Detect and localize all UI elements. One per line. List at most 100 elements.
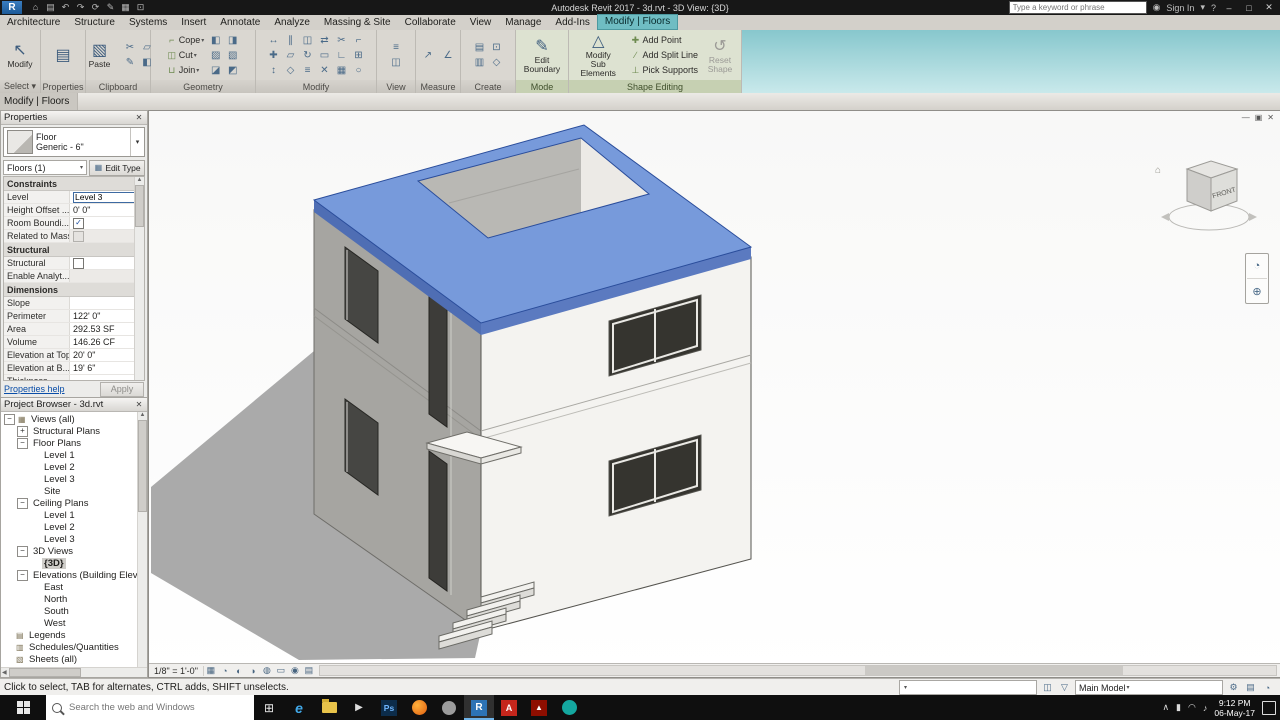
revit-app-menu-button[interactable]: R bbox=[2, 1, 22, 14]
tree-item-north[interactable]: North bbox=[1, 593, 147, 605]
taskbar-search-input[interactable] bbox=[67, 701, 248, 714]
expand-icon[interactable]: + bbox=[17, 426, 28, 437]
property-row-slope[interactable]: Slope bbox=[4, 297, 144, 310]
tab-view[interactable]: View bbox=[463, 16, 499, 30]
panel-label-create[interactable]: Create bbox=[461, 80, 515, 93]
tab-architecture[interactable]: Architecture bbox=[0, 16, 67, 30]
mirror-draw-axis-icon[interactable]: ⇄ bbox=[316, 33, 333, 48]
split-with-gap-icon[interactable]: ⌐ bbox=[350, 33, 367, 48]
editable-only-icon[interactable]: ▽ bbox=[1058, 682, 1071, 693]
add-split-line-button[interactable]: ∕ Add Split Line bbox=[628, 48, 698, 63]
properties-toggle-button[interactable]: ▤ bbox=[44, 31, 82, 79]
open-icon[interactable]: ⌂ bbox=[30, 2, 41, 13]
cut-dropdown-icon[interactable]: ▾ bbox=[194, 52, 197, 59]
detail-level-icon[interactable]: ▦ bbox=[204, 665, 218, 676]
taskbar-app-adobe[interactable]: A bbox=[494, 695, 524, 720]
reset-shape-button[interactable]: ↺ Reset Shape bbox=[701, 31, 739, 79]
reveal-hidden-icon[interactable]: ◉ bbox=[288, 665, 302, 676]
scroll-up-icon[interactable]: ▲ bbox=[140, 412, 146, 418]
tree-item-ceiling-level-3[interactable]: Level 3 bbox=[1, 533, 147, 545]
create-similar-tool-icon[interactable]: ◇ bbox=[488, 55, 505, 70]
property-value[interactable]: 0' 0" bbox=[70, 204, 144, 216]
undo-icon[interactable]: ↶ bbox=[60, 2, 71, 13]
taskbar-app-edge[interactable]: e bbox=[284, 695, 314, 720]
shadows-icon[interactable]: ◑ bbox=[246, 666, 260, 676]
expand-icon[interactable]: − bbox=[17, 546, 28, 557]
panel-label-properties[interactable]: Properties bbox=[41, 80, 85, 93]
worksets-icon[interactable]: ◫ bbox=[1041, 682, 1054, 693]
offset-icon[interactable]: ∥ bbox=[282, 33, 299, 48]
structural-checkbox[interactable] bbox=[73, 258, 84, 269]
add-point-button[interactable]: ✚ Add Point bbox=[628, 33, 698, 48]
tree-item-level-2[interactable]: Level 2 bbox=[1, 461, 147, 473]
scrollbar-thumb[interactable] bbox=[865, 666, 1123, 675]
expand-icon[interactable]: − bbox=[17, 438, 28, 449]
taskbar-app-teal[interactable] bbox=[554, 695, 584, 720]
redo-icon[interactable]: ↷ bbox=[75, 2, 86, 13]
taskbar-app-revit-active[interactable]: R bbox=[464, 695, 494, 720]
design-options-dropdown-icon[interactable]: ▾ bbox=[1127, 684, 1130, 691]
paint-bucket-icon[interactable]: ◧ bbox=[207, 33, 224, 48]
viewport-horizontal-scrollbar[interactable] bbox=[319, 665, 1277, 676]
wall-joins-icon[interactable]: ▧ bbox=[224, 48, 241, 63]
press-drag-icon[interactable]: ▤ bbox=[1244, 682, 1257, 693]
level-value-input[interactable] bbox=[73, 192, 139, 203]
battery-icon[interactable]: ▮ bbox=[1176, 702, 1181, 713]
split-face-icon[interactable]: ▨ bbox=[207, 48, 224, 63]
3d-view-icon[interactable]: ▦ bbox=[120, 2, 131, 13]
tree-item-east[interactable]: East bbox=[1, 581, 147, 593]
apply-button[interactable]: Apply bbox=[100, 382, 144, 397]
tree-item-views-all[interactable]: −▦Views (all) bbox=[1, 413, 147, 425]
cut-geometry-button[interactable]: ◫ Cut ▾ bbox=[165, 48, 205, 63]
join-geometry-button[interactable]: ⊔ Join ▾ bbox=[165, 63, 205, 78]
viewcube-home-icon[interactable]: ⌂ bbox=[1155, 165, 1161, 176]
project-browser-close-icon[interactable]: ✕ bbox=[134, 400, 144, 409]
type-selector[interactable]: Floor Generic - 6" ▾ bbox=[3, 127, 145, 157]
tree-item-ceiling-level-1[interactable]: Level 1 bbox=[1, 509, 147, 521]
edit-boundary-button[interactable]: ✎ Edit Boundary bbox=[523, 31, 561, 79]
tree-item-legends[interactable]: ▤Legends bbox=[1, 629, 147, 641]
tree-item-3d-views[interactable]: −3D Views bbox=[1, 545, 147, 557]
minimize-button[interactable]: – bbox=[1222, 3, 1236, 13]
design-options-combo[interactable]: Main Model ▾ bbox=[1075, 680, 1223, 695]
match-type-icon[interactable]: ✎ bbox=[122, 55, 139, 70]
panel-label-geometry[interactable]: Geometry bbox=[151, 80, 255, 93]
tree-item-schedules[interactable]: ▥Schedules/Quantities bbox=[1, 641, 147, 653]
annotate-icon[interactable]: ✎ bbox=[105, 2, 116, 13]
tab-analyze[interactable]: Analyze bbox=[267, 16, 317, 30]
zoom-button[interactable]: ⊕ bbox=[1247, 279, 1267, 303]
viewcube[interactable]: ⌂ FRONT bbox=[1155, 161, 1257, 230]
tree-item-ceiling-plans[interactable]: −Ceiling Plans bbox=[1, 497, 147, 509]
modify-sub-elements-button[interactable]: △ Modify Sub Elements bbox=[571, 31, 625, 79]
create-parts-icon[interactable]: ▥ bbox=[471, 55, 488, 70]
browser-horizontal-scrollbar[interactable]: ◀ bbox=[1, 667, 147, 677]
tab-annotate[interactable]: Annotate bbox=[213, 16, 267, 30]
tab-modify-floors-contextual[interactable]: Modify | Floors bbox=[597, 14, 678, 30]
scrollbar-thumb[interactable] bbox=[9, 668, 81, 677]
expand-icon[interactable]: − bbox=[4, 414, 15, 425]
pick-supports-button[interactable]: ⊥ Pick Supports bbox=[628, 63, 698, 78]
match-properties-icon[interactable]: ▦ bbox=[333, 63, 350, 78]
element-filter-combo[interactable]: Floors (1) ▾ bbox=[3, 160, 87, 175]
panel-label-select[interactable]: Select ▾ bbox=[0, 80, 40, 93]
tree-item-level-1[interactable]: Level 1 bbox=[1, 449, 147, 461]
sign-in-link[interactable]: Sign In bbox=[1166, 3, 1194, 13]
tab-insert[interactable]: Insert bbox=[174, 16, 213, 30]
taskbar-app-photoshop[interactable]: Ps bbox=[374, 695, 404, 720]
align-icon[interactable]: ↔ bbox=[265, 33, 282, 48]
panel-label-shape-editing[interactable]: Shape Editing bbox=[569, 80, 741, 93]
pin-icon[interactable]: ◇ bbox=[282, 63, 299, 78]
tree-item-site[interactable]: Site bbox=[1, 485, 147, 497]
copy-icon[interactable]: ▱ bbox=[282, 48, 299, 63]
view-close-icon[interactable]: ✕ bbox=[1267, 113, 1274, 122]
panel-label-modify[interactable]: Modify bbox=[256, 80, 376, 93]
expand-icon[interactable]: − bbox=[17, 498, 28, 509]
type-selector-dropdown-icon[interactable]: ▾ bbox=[130, 128, 144, 156]
sync-icon[interactable]: ⟳ bbox=[90, 2, 101, 13]
properties-close-icon[interactable]: ✕ bbox=[134, 113, 144, 122]
volume-icon[interactable]: ♪ bbox=[1203, 703, 1208, 713]
property-row-room-bounding[interactable]: Room Boundi... bbox=[4, 217, 144, 230]
help-search-input[interactable] bbox=[1009, 1, 1147, 14]
3d-model-canvas[interactable]: ⌂ FRONT bbox=[149, 111, 1280, 666]
trim-extend-icon[interactable]: ▭ bbox=[316, 48, 333, 63]
